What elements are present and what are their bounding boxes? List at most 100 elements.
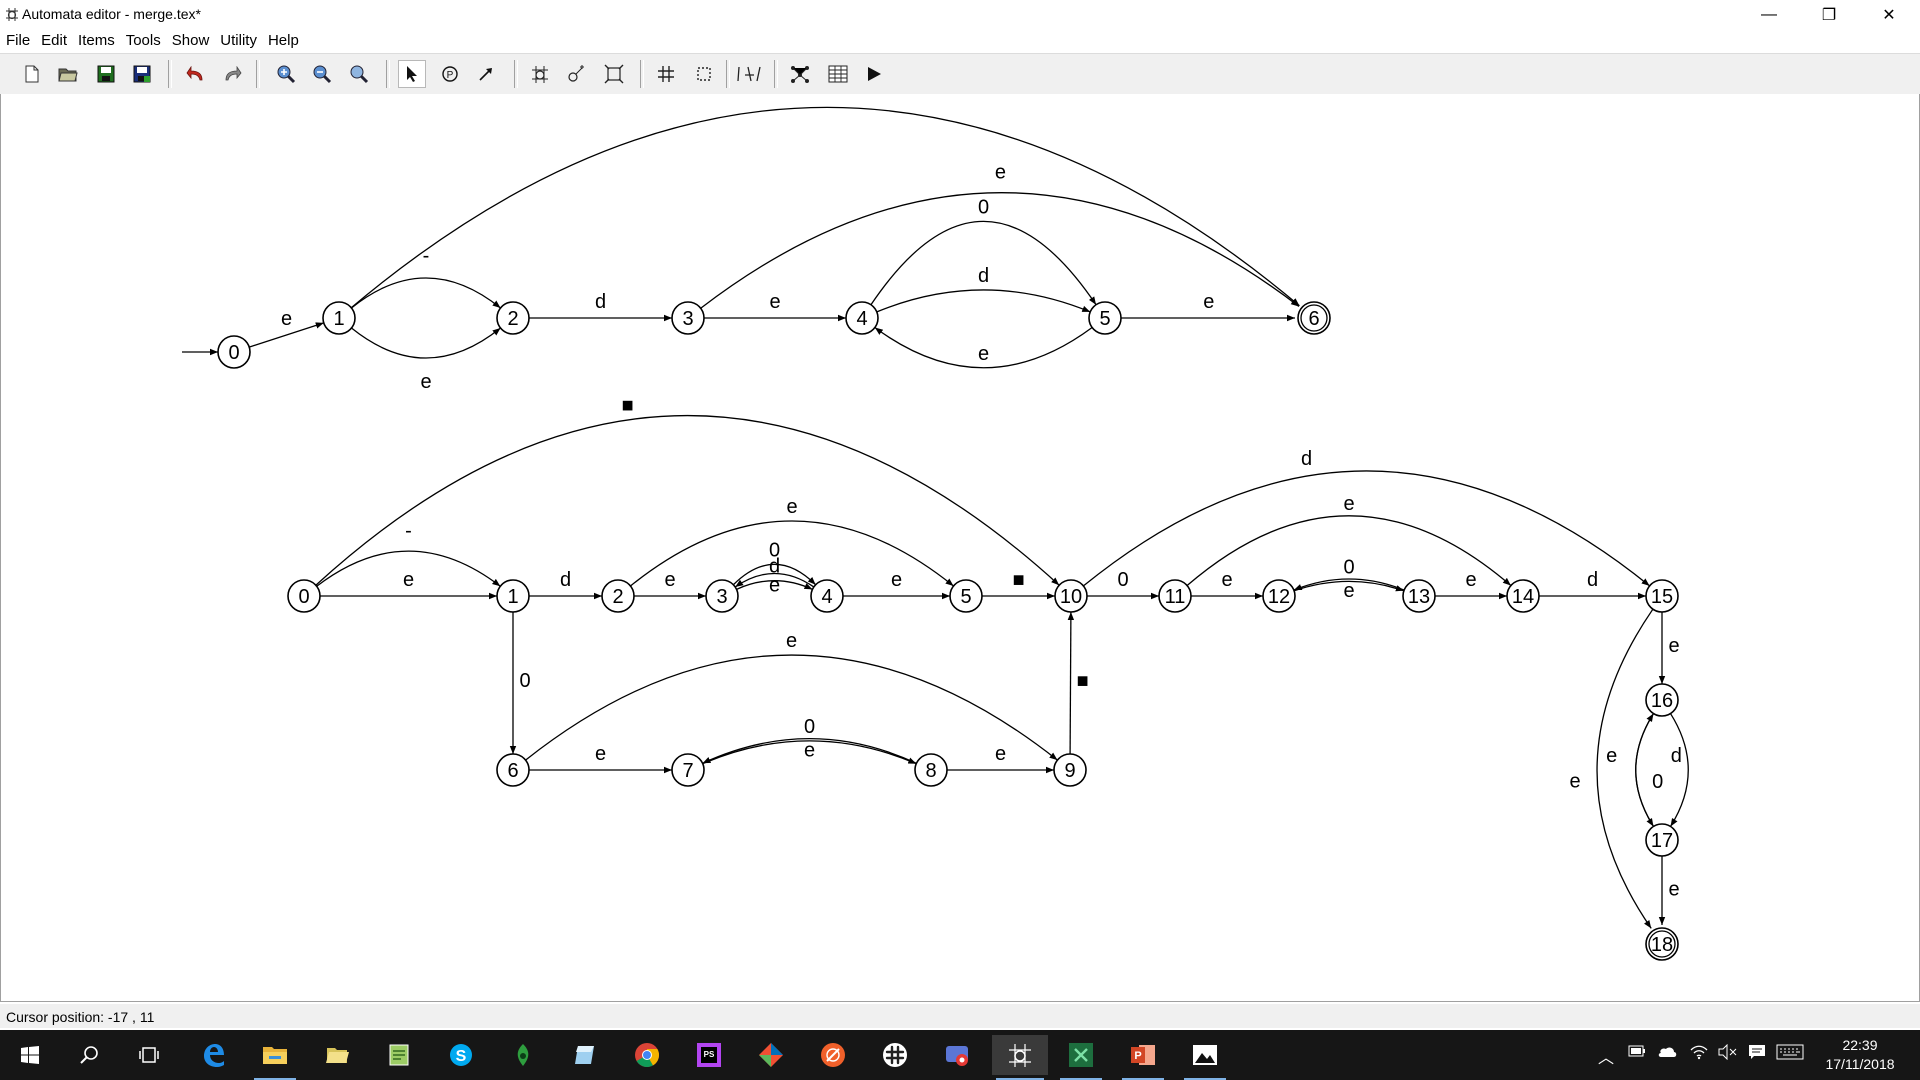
layout-graph-icon[interactable] (786, 60, 814, 88)
file-explorer-icon[interactable] (250, 1035, 300, 1080)
state-bottom-13[interactable]: 13 (1402, 579, 1436, 613)
transition-bottom-9-10[interactable] (1067, 611, 1075, 755)
undo-icon[interactable] (182, 60, 210, 88)
save-icon[interactable] (92, 60, 120, 88)
menu-help[interactable]: Help (262, 30, 304, 49)
search-icon[interactable] (64, 1035, 114, 1075)
transition-bottom-17-16[interactable] (1635, 713, 1655, 827)
state-bottom-0[interactable]: 0 (287, 579, 321, 613)
select-area-icon[interactable] (690, 60, 718, 88)
state-bottom-5[interactable]: 5 (949, 579, 983, 613)
state-bottom-14[interactable]: 14 (1506, 579, 1540, 613)
app3-icon[interactable] (932, 1035, 982, 1075)
automata-diagram[interactable]: e-eded0ee0ee-■deed0ee■0ee0ee■0dee0eedeed… (1, 94, 1919, 1000)
open-file-icon[interactable] (54, 60, 82, 88)
state-top-2[interactable]: 2 (496, 301, 530, 335)
menu-edit[interactable]: Edit (35, 30, 72, 49)
volume-muted-icon[interactable] (1718, 1043, 1738, 1065)
state-bottom-3[interactable]: 3 (705, 579, 739, 613)
state-bottom-8[interactable]: 8 (914, 753, 948, 787)
state-top-6[interactable]: 6 (1297, 301, 1331, 335)
app-icon[interactable] (498, 1035, 548, 1075)
state-label-top-3: 3 (682, 308, 693, 330)
editor-canvas[interactable]: e-eded0ee0ee-■deed0ee■0ee0ee■0dee0eedeed… (0, 94, 1920, 1002)
zoom-fit-icon[interactable] (345, 60, 373, 88)
phpstorm-icon[interactable]: PS (684, 1035, 734, 1075)
transition-tool-icon[interactable] (472, 60, 500, 88)
transition-label-bottom-10-15: d (1301, 448, 1312, 470)
start-icon[interactable] (5, 1035, 55, 1075)
state-top-0[interactable]: 0 (217, 335, 251, 369)
git-icon[interactable] (746, 1035, 796, 1075)
keyboard-icon[interactable] (1776, 1044, 1804, 1065)
fit-graph-icon[interactable] (600, 60, 628, 88)
powerpoint-icon[interactable]: P (1118, 1035, 1168, 1080)
state-bottom-4[interactable]: 4 (810, 579, 844, 613)
state-top-3[interactable]: 3 (671, 301, 705, 335)
state-bottom-17[interactable]: 17 (1645, 823, 1679, 857)
menu-tools[interactable]: Tools (120, 30, 166, 49)
zoom-out-icon[interactable] (308, 60, 336, 88)
onedrive-icon[interactable] (1656, 1044, 1678, 1063)
state-bottom-9[interactable]: 9 (1053, 753, 1087, 787)
notepad-icon[interactable] (374, 1035, 424, 1075)
menu-file[interactable]: File (0, 30, 35, 49)
notifications-icon[interactable] (1748, 1044, 1766, 1065)
maximize-button[interactable]: ❐ (1806, 0, 1852, 30)
close-button[interactable]: ✕ (1866, 0, 1912, 30)
table-icon[interactable] (824, 60, 852, 88)
photos-icon[interactable] (1180, 1035, 1230, 1080)
transition-bottom-15-18[interactable] (1596, 608, 1654, 929)
state-bottom-10[interactable]: 10 (1054, 579, 1088, 613)
play-icon[interactable] (860, 60, 888, 88)
state-top-1[interactable]: 1 (322, 301, 356, 335)
state-top-5[interactable]: 5 (1088, 301, 1122, 335)
transition-bottom-10-15[interactable] (1083, 470, 1650, 587)
state-tool-icon[interactable]: P (436, 60, 464, 88)
folder-icon[interactable] (312, 1035, 362, 1075)
state-bottom-16[interactable]: 16 (1645, 683, 1679, 717)
menu-show[interactable]: Show (166, 30, 215, 49)
excel-icon[interactable] (1056, 1035, 1106, 1080)
wifi-icon[interactable] (1690, 1044, 1708, 1065)
state-bottom-15[interactable]: 15 (1645, 579, 1679, 613)
transition-top-4-5[interactable] (876, 289, 1091, 313)
transition-top-1-6[interactable] (350, 106, 1300, 309)
battery-icon[interactable] (1628, 1044, 1646, 1062)
show-hidden-icons-icon[interactable]: ︿ (1598, 1044, 1614, 1068)
state-bottom-6[interactable]: 6 (496, 753, 530, 787)
grid-icon[interactable] (652, 60, 680, 88)
state-bottom-2[interactable]: 2 (601, 579, 635, 613)
automata-icon[interactable] (992, 1035, 1048, 1080)
save-as-icon[interactable] (128, 60, 156, 88)
new-file-icon[interactable] (18, 60, 46, 88)
skype-icon[interactable]: S (436, 1035, 486, 1075)
cube-icon[interactable] (560, 1035, 610, 1075)
zoom-in-icon[interactable] (272, 60, 300, 88)
menu-utility[interactable]: Utility (214, 30, 262, 49)
state-bottom-1[interactable]: 1 (496, 579, 530, 613)
transition-top-4-5[interactable] (870, 220, 1097, 306)
latex-icon[interactable] (732, 60, 766, 88)
transition-bottom-16-17[interactable] (1669, 713, 1689, 827)
taskbar-clock[interactable]: 22:39 17/11/2018 (1810, 1036, 1910, 1074)
automaton-icon[interactable] (526, 60, 554, 88)
slack-icon[interactable] (870, 1035, 920, 1075)
state-bottom-12[interactable]: 12 (1262, 579, 1296, 613)
select-tool-icon[interactable] (398, 60, 426, 88)
state-bottom-11[interactable]: 11 (1158, 579, 1192, 613)
chrome-icon[interactable] (622, 1035, 672, 1075)
menu-items[interactable]: Items (72, 30, 120, 49)
transition-top-1-2[interactable] (351, 327, 501, 359)
state-bottom-18[interactable]: 18 (1645, 927, 1679, 961)
transition-top-1-2[interactable] (351, 277, 501, 309)
redo-icon[interactable] (218, 60, 246, 88)
transition-bottom-0-10[interactable] (315, 415, 1060, 586)
task-view-icon[interactable] (124, 1035, 174, 1075)
state-bottom-7[interactable]: 7 (671, 753, 705, 787)
edge-icon[interactable] (188, 1035, 238, 1075)
add-state-icon[interactable] (562, 60, 590, 88)
minimize-button[interactable]: — (1746, 0, 1792, 30)
state-top-4[interactable]: 4 (845, 301, 879, 335)
app2-icon[interactable] (808, 1035, 858, 1075)
